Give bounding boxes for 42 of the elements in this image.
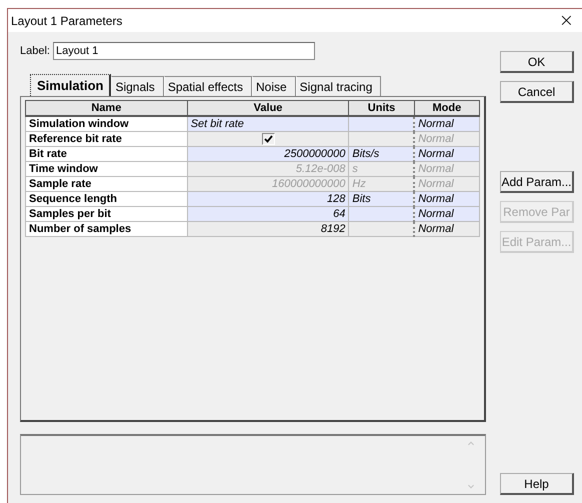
table-cell[interactable]: Set bit rate bbox=[187, 116, 349, 132]
param-button[interactable]: Add Param... bbox=[500, 171, 574, 193]
table-cell: Time window bbox=[26, 162, 188, 176]
table-cell: Normal bbox=[414, 132, 480, 146]
close-button[interactable]: × bbox=[550, 10, 582, 31]
window-title: Layout 1 Parameters bbox=[11, 14, 122, 28]
dialog-button[interactable]: Cancel bbox=[500, 81, 574, 103]
table-cell: Normal bbox=[414, 146, 480, 162]
table-cell: Normal bbox=[414, 176, 480, 192]
tab[interactable]: Signals bbox=[111, 76, 164, 96]
table-cell[interactable]: 2500000000 bbox=[187, 146, 349, 162]
label-caption: Label: bbox=[20, 45, 50, 57]
column-header: Mode bbox=[414, 100, 480, 116]
column-header: Value bbox=[187, 100, 349, 116]
column-header: Units bbox=[348, 100, 414, 116]
label-field[interactable]: Layout 1 bbox=[52, 42, 315, 60]
table-cell: Reference bit rate bbox=[26, 132, 188, 146]
tab[interactable]: Noise bbox=[252, 76, 296, 96]
table-cell[interactable]: 8192 bbox=[187, 222, 349, 236]
dialog-button[interactable]: OK bbox=[500, 51, 574, 73]
table-cell[interactable]: 128 bbox=[187, 192, 349, 206]
table-cell: Samples per bit bbox=[26, 206, 188, 222]
tab[interactable]: Signal tracing bbox=[296, 76, 382, 96]
table-cell: Sample rate bbox=[26, 176, 188, 192]
table-cell: Bits/s bbox=[352, 148, 380, 160]
table-cell: Normal bbox=[414, 116, 480, 132]
table-cell[interactable]: 64 bbox=[187, 206, 349, 222]
table-cell: Bits bbox=[352, 193, 371, 205]
table-cell: Normal bbox=[414, 206, 480, 222]
tab[interactable]: Simulation bbox=[30, 74, 112, 96]
table-cell: Sequence length bbox=[26, 192, 188, 206]
table-cell: Hz bbox=[352, 178, 366, 190]
table-cell: Bit rate bbox=[26, 146, 188, 162]
table-cell: Normal bbox=[414, 162, 480, 176]
table-cell: Number of samples bbox=[26, 222, 188, 236]
help-button[interactable]: Help bbox=[500, 473, 574, 495]
table-cell: s bbox=[352, 163, 358, 175]
tab[interactable]: Spatial effects bbox=[164, 76, 252, 96]
table-cell: Normal bbox=[414, 192, 480, 206]
table-cell: Simulation window bbox=[26, 116, 188, 132]
table-cell: Normal bbox=[414, 222, 480, 236]
column-header: Name bbox=[26, 100, 188, 116]
